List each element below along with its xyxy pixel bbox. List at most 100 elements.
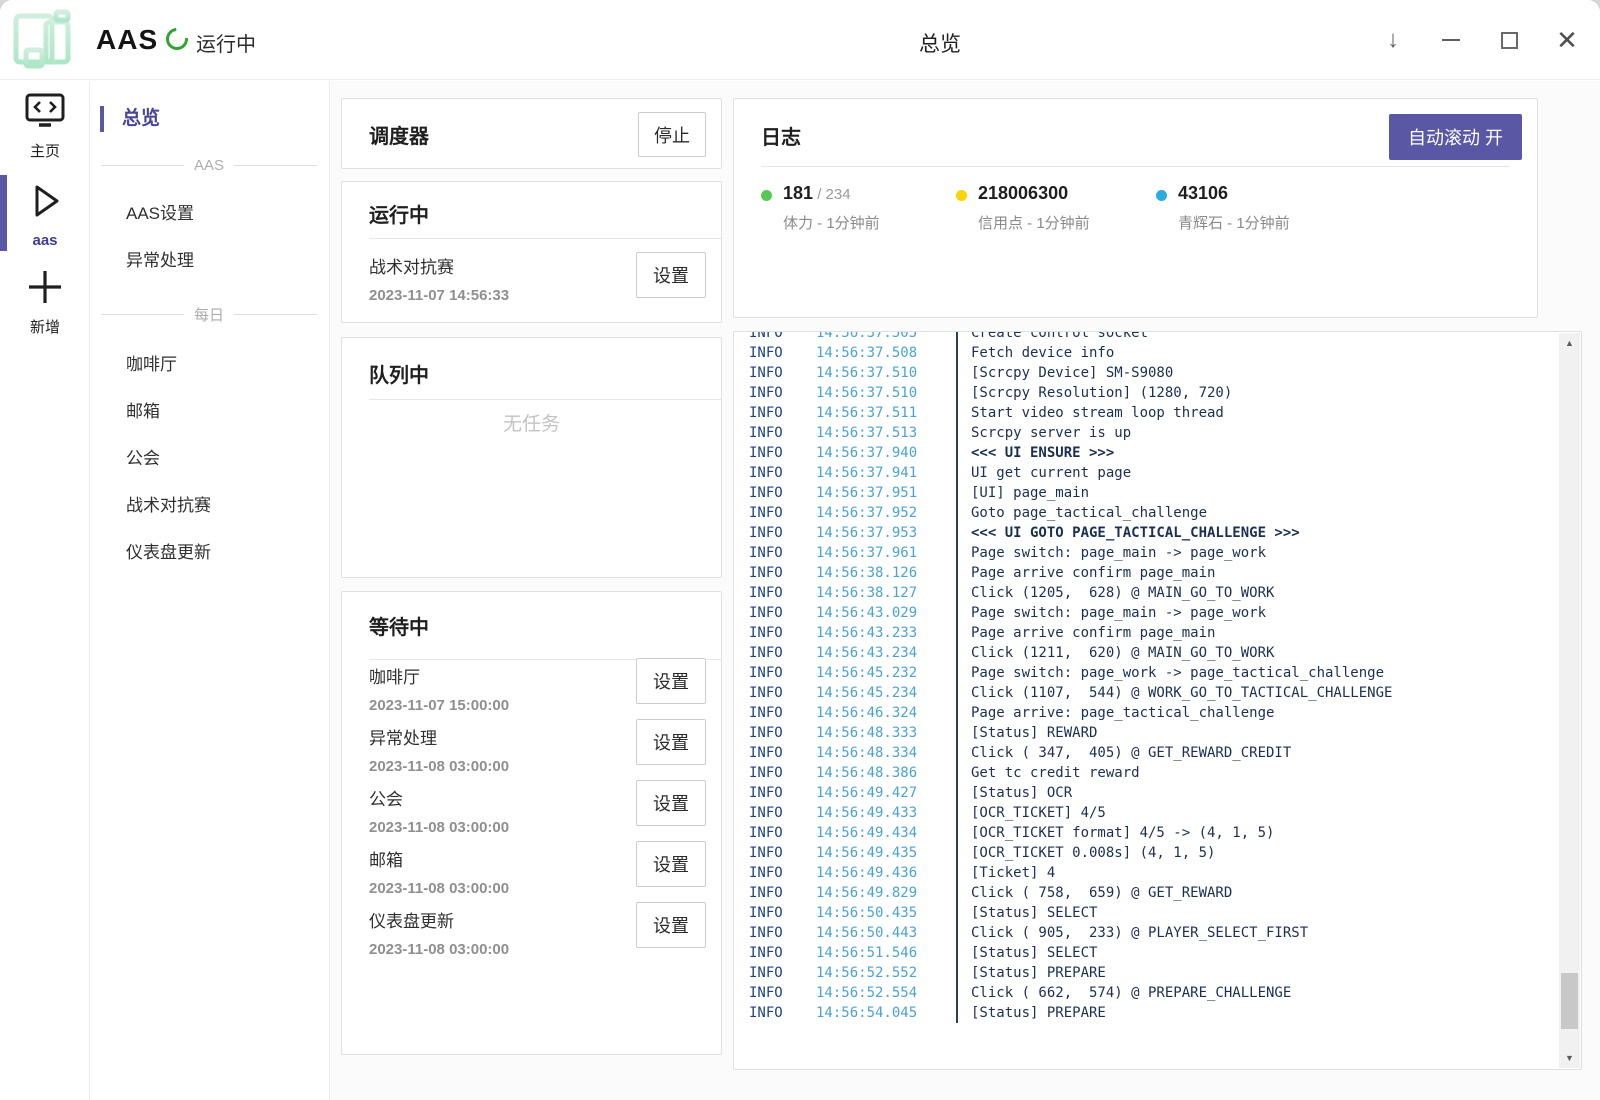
- log-scrollbar[interactable]: ▲ ▼: [1559, 333, 1580, 1068]
- log-level: INFO: [749, 543, 816, 563]
- log-timestamp: 14:56:50.435: [816, 903, 956, 923]
- scrollbar-thumb[interactable]: [1561, 973, 1578, 1029]
- log-message: <<< UI GOTO PAGE_TACTICAL_CHALLENGE >>>: [956, 523, 1300, 543]
- log-timestamp: 14:56:48.386: [816, 763, 956, 783]
- maximize-button[interactable]: [1492, 23, 1526, 57]
- log-line: INFO14:56:43.234Click (1211, 620) @ MAIN…: [734, 643, 1558, 663]
- log-message: [Status] PREPARE: [956, 1003, 1106, 1023]
- app-logo-icon: [10, 6, 78, 74]
- rail-item-aas[interactable]: aas: [0, 169, 90, 257]
- log-level: INFO: [749, 443, 816, 463]
- sidebar-item-overview[interactable]: 总览: [91, 103, 329, 135]
- autoscroll-toggle-button[interactable]: 自动滚动 开: [1389, 114, 1522, 160]
- waiting-panel: 等待中 咖啡厅2023-11-07 15:00:00设置异常处理2023-11-…: [341, 591, 722, 1055]
- task-settings-button[interactable]: 设置: [636, 719, 706, 765]
- log-message: [Status] PREPARE: [956, 963, 1106, 983]
- log-message: Click ( 758, 659) @ GET_REWARD: [956, 883, 1232, 903]
- log-message: <<< UI ENSURE >>>: [956, 443, 1114, 463]
- log-message: Page arrive: page_tactical_challenge: [956, 703, 1274, 723]
- rail-item-new[interactable]: 新增: [0, 257, 90, 345]
- running-panel: 运行中 战术对抗赛 2023-11-07 14:56:33 设置: [341, 181, 722, 323]
- queue-panel: 队列中 无任务: [341, 337, 722, 578]
- scroll-up-icon[interactable]: ▲: [1559, 335, 1580, 351]
- log-line: INFO14:56:37.508Fetch device info: [734, 343, 1558, 363]
- log-timestamp: 14:56:48.333: [816, 723, 956, 743]
- icon-rail: 主页 aas 新增: [0, 81, 90, 1100]
- log-timestamp: 14:56:37.953: [816, 523, 956, 543]
- close-icon: ✕: [1556, 25, 1578, 56]
- log-line: INFO14:56:45.234Click (1107, 544) @ WORK…: [734, 683, 1558, 703]
- sidebar-item[interactable]: 邮箱: [91, 386, 329, 433]
- log-level: INFO: [749, 703, 816, 723]
- log-message: Get tc credit reward: [956, 763, 1140, 783]
- log-level: INFO: [749, 943, 816, 963]
- stat-value: 43106: [1178, 183, 1228, 203]
- running-settings-button[interactable]: 设置: [636, 252, 706, 298]
- log-message: Page switch: page_main -> page_work: [956, 543, 1266, 563]
- stat-dot: [761, 190, 772, 201]
- task-settings-button[interactable]: 设置: [636, 658, 706, 704]
- log-timestamp: 14:56:37.941: [816, 463, 956, 483]
- log-timestamp: 14:56:45.232: [816, 663, 956, 683]
- task-settings-button[interactable]: 设置: [636, 902, 706, 948]
- log-timestamp: 14:56:49.434: [816, 823, 956, 843]
- log-timestamp: 14:56:37.505: [816, 331, 956, 343]
- log-level: INFO: [749, 723, 816, 743]
- log-level: INFO: [749, 783, 816, 803]
- hide-to-tray-button[interactable]: ↓: [1376, 23, 1410, 57]
- log-timestamp: 14:56:37.513: [816, 423, 956, 443]
- down-arrow-icon: ↓: [1387, 26, 1399, 54]
- task-settings-button[interactable]: 设置: [636, 841, 706, 887]
- log-level: INFO: [749, 603, 816, 623]
- close-button[interactable]: ✕: [1550, 23, 1584, 57]
- sidebar-item[interactable]: 战术对抗赛: [91, 480, 329, 527]
- sidebar-item[interactable]: AAS设置: [91, 188, 329, 235]
- log-level: INFO: [749, 503, 816, 523]
- log-line: INFO14:56:51.546[Status] SELECT: [734, 943, 1558, 963]
- log-line: INFO14:56:52.554Click ( 662, 574) @ PREP…: [734, 983, 1558, 1003]
- log-message: Page arrive confirm page_main: [956, 563, 1215, 583]
- rail-item-label: 新增: [30, 316, 60, 337]
- log-timestamp: 14:56:38.126: [816, 563, 956, 583]
- log-level: INFO: [749, 563, 816, 583]
- sidebar-item[interactable]: 公会: [91, 433, 329, 480]
- waiting-task-row: 咖啡厅2023-11-07 15:00:00设置: [369, 661, 706, 722]
- log-timestamp: 14:56:37.940: [816, 443, 956, 463]
- running-title: 运行中: [369, 199, 429, 228]
- waiting-task-list: 咖啡厅2023-11-07 15:00:00设置异常处理2023-11-08 0…: [369, 661, 706, 966]
- log-timestamp: 14:56:49.433: [816, 803, 956, 823]
- app-title: AAS: [96, 24, 158, 56]
- log-level: INFO: [749, 883, 816, 903]
- main-content: 调度器 停止 运行中 战术对抗赛 2023-11-07 14:56:33 设置 …: [331, 81, 1600, 1100]
- log-line: INFO14:56:45.232Page switch: page_work -…: [734, 663, 1558, 683]
- log-level: INFO: [749, 863, 816, 883]
- log-timestamp: 14:56:43.234: [816, 643, 956, 663]
- stop-button[interactable]: 停止: [638, 112, 706, 157]
- log-timestamp: 14:56:54.045: [816, 1003, 956, 1023]
- waiting-task-row: 公会2023-11-08 03:00:00设置: [369, 783, 706, 844]
- log-level: INFO: [749, 623, 816, 643]
- log-message: Page switch: page_work -> page_tactical_…: [956, 663, 1384, 683]
- log-message: Click (1107, 544) @ WORK_GO_TO_TACTICAL_…: [956, 683, 1392, 703]
- log-line: INFO14:56:37.961Page switch: page_main -…: [734, 543, 1558, 563]
- task-settings-button[interactable]: 设置: [636, 780, 706, 826]
- log-timestamp: 14:56:52.552: [816, 963, 956, 983]
- sidebar-item[interactable]: 异常处理: [91, 235, 329, 282]
- log-line: INFO14:56:37.505Create control socket: [734, 331, 1558, 343]
- log-level: INFO: [749, 683, 816, 703]
- log-message: Click ( 905, 233) @ PLAYER_SELECT_FIRST: [956, 923, 1308, 943]
- log-level: INFO: [749, 843, 816, 863]
- sidebar-item[interactable]: 咖啡厅: [91, 339, 329, 386]
- log-line: INFO14:56:50.443Click ( 905, 233) @ PLAY…: [734, 923, 1558, 943]
- log-level: INFO: [749, 383, 816, 403]
- scroll-down-icon[interactable]: ▼: [1559, 1050, 1580, 1066]
- log-timestamp: 14:56:49.435: [816, 843, 956, 863]
- log-level: INFO: [749, 363, 816, 383]
- minimize-button[interactable]: [1434, 23, 1468, 57]
- waiting-task-row: 仪表盘更新2023-11-08 03:00:00设置: [369, 905, 706, 966]
- sidebar-item[interactable]: 仪表盘更新: [91, 527, 329, 574]
- log-header-panel: 日志 自动滚动 开 181 / 234 体力 - 1分钟前 218006300 …: [733, 98, 1538, 318]
- log-level: INFO: [749, 403, 816, 423]
- log-message: Click (1211, 620) @ MAIN_GO_TO_WORK: [956, 643, 1274, 663]
- rail-item-home[interactable]: 主页: [0, 81, 90, 169]
